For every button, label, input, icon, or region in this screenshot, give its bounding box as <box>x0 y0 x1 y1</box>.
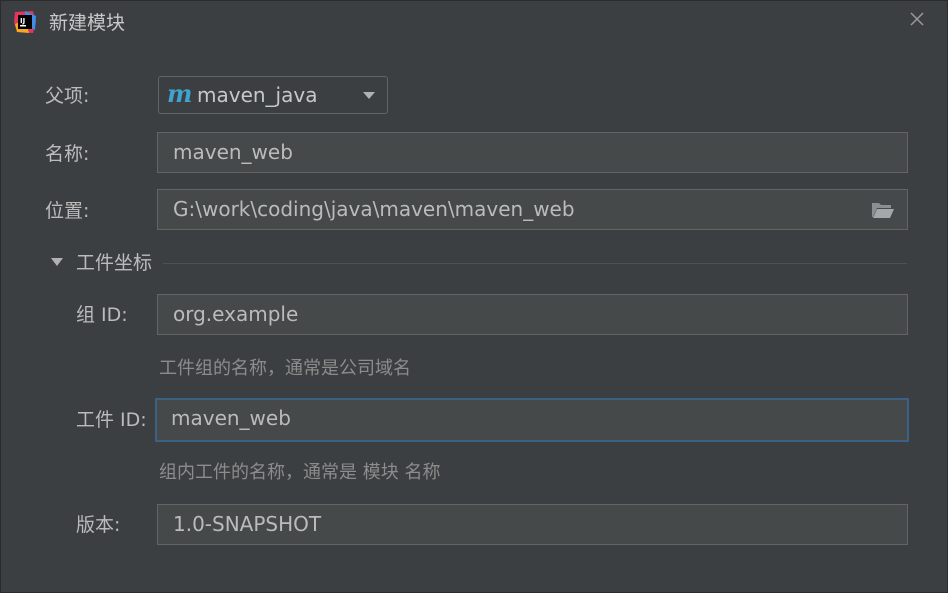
name-input[interactable]: maven_web <box>157 132 908 173</box>
new-module-dialog: IJ 新建模块 父项: m maven_java 名称: maven_web 位… <box>0 0 948 593</box>
location-input-value: G:\work\coding\java\maven\maven_web <box>173 197 575 221</box>
artifact-section-toggle-icon[interactable] <box>51 258 63 266</box>
parent-select[interactable]: m maven_java <box>158 76 388 114</box>
parent-select-value: maven_java <box>197 83 318 107</box>
section-divider <box>163 263 907 264</box>
artifact-id-label: 工件 ID: <box>76 409 147 431</box>
artifact-id-input[interactable]: maven_web <box>155 398 909 442</box>
chevron-down-icon <box>363 92 375 99</box>
location-input[interactable]: G:\work\coding\java\maven\maven_web <box>157 189 908 230</box>
close-icon[interactable] <box>907 9 927 29</box>
location-label: 位置: <box>45 200 90 222</box>
version-input[interactable]: 1.0-SNAPSHOT <box>157 504 908 545</box>
group-id-hint: 工件组的名称，通常是公司域名 <box>159 358 411 379</box>
name-label: 名称: <box>45 143 90 165</box>
dialog-title: 新建模块 <box>49 12 126 34</box>
group-id-input[interactable]: org.example <box>157 294 908 335</box>
group-id-label: 组 ID: <box>76 304 128 326</box>
parent-label: 父项: <box>45 85 90 107</box>
svg-text:IJ: IJ <box>20 17 25 25</box>
intellij-app-icon: IJ <box>14 11 36 33</box>
version-label: 版本: <box>76 514 121 536</box>
artifact-section-title[interactable]: 工件坐标 <box>76 251 152 275</box>
folder-open-icon[interactable] <box>871 200 895 220</box>
artifact-id-hint: 组内工件的名称，通常是 模块 名称 <box>159 462 441 483</box>
maven-icon: m <box>167 79 193 108</box>
title-bar: IJ 新建模块 <box>1 1 947 45</box>
